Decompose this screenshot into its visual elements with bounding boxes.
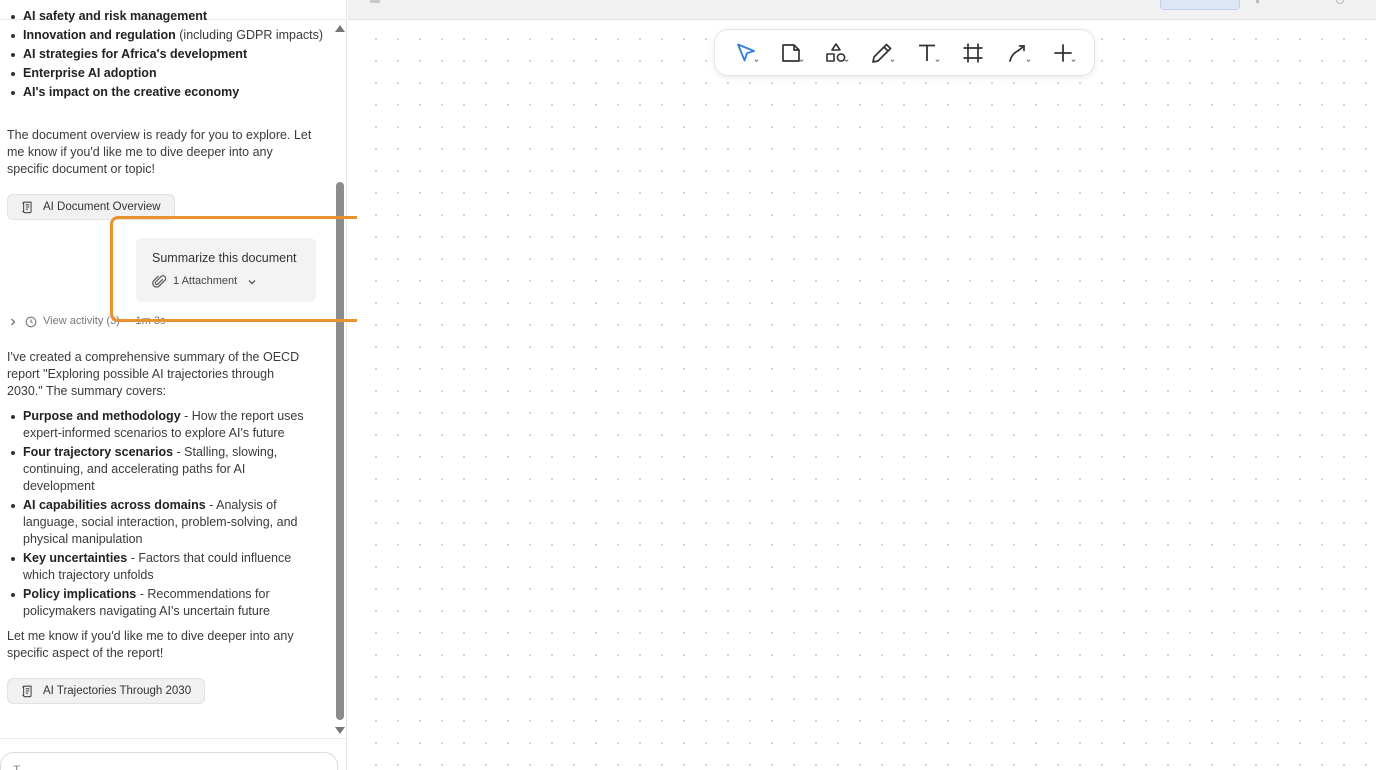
assistant-message-text: The document overview is ready for you t… (7, 128, 312, 176)
scroll-thumb[interactable] (336, 182, 344, 720)
chevron-down-icon (754, 58, 759, 62)
drawing-toolbar (714, 29, 1095, 76)
chevron-down-icon (799, 58, 804, 62)
menu-icon[interactable] (370, 0, 380, 3)
chat-input[interactable]: T (0, 752, 338, 770)
activity-time: 1m 3s (135, 315, 166, 327)
chat-panel: AI safety and risk management Innovation… (0, 0, 347, 770)
canvas-top-bar (348, 0, 1376, 20)
attachment-toggle[interactable]: 1 Attachment (152, 273, 316, 290)
add-tool-button[interactable] (1046, 36, 1080, 70)
chat-scrollbar[interactable] (333, 20, 346, 738)
list-item: AI strategies for Africa's development (11, 46, 327, 63)
chip-label: AI Trajectories Through 2030 (43, 684, 192, 697)
shapes-tool-button[interactable] (819, 36, 853, 70)
view-toggle[interactable] (1160, 0, 1240, 10)
list-item: Purpose and methodology - How the report… (11, 408, 307, 442)
view-activity-toggle[interactable]: View activity (3) · 1m 3s (7, 313, 165, 330)
whiteboard-canvas[interactable] (357, 20, 1376, 770)
paperclip-icon (152, 275, 167, 288)
list-item: Key uncertainties - Factors that could i… (11, 550, 307, 584)
attachment-label: 1 Attachment (173, 275, 238, 287)
chip-label: AI Document Overview (43, 200, 161, 213)
user-message-bubble: Summarize this document 1 Attachment (136, 238, 316, 302)
chat-input-area: T (0, 738, 346, 770)
chevron-down-icon (890, 58, 895, 62)
text-tool-button[interactable] (910, 36, 944, 70)
assistant-message-text: I've created a comprehensive summary of … (7, 350, 300, 398)
activity-label: View activity (3) (43, 315, 120, 327)
user-message-text: Summarize this document (152, 251, 297, 265)
list-item: Innovation and regulation (including GDP… (11, 27, 327, 44)
chevron-right-icon (11, 318, 16, 325)
chevron-down-icon (844, 58, 849, 62)
separator: · (125, 315, 130, 327)
clock-icon (25, 316, 37, 327)
document-chip-overview[interactable]: AI Document Overview (7, 194, 175, 220)
select-tool-button[interactable] (729, 36, 763, 70)
help-icon[interactable] (1336, 0, 1344, 4)
chevron-down-icon (248, 279, 256, 284)
frame-icon (963, 43, 983, 62)
assistant-message-text: Let me know if you'd like me to dive dee… (7, 629, 294, 660)
list-item: Enterprise AI adoption (11, 65, 327, 82)
scroll-down-arrow[interactable] (335, 727, 345, 734)
list-item: AI capabilities across domains - Analysi… (11, 497, 307, 548)
topic-list: AI safety and risk management Innovation… (7, 8, 327, 103)
page-tool-button[interactable] (774, 36, 808, 70)
list-item: AI's impact on the creative economy (11, 84, 327, 101)
frame-tool-button[interactable] (956, 36, 990, 70)
pen-tool-button[interactable] (865, 36, 899, 70)
toolbar-icon[interactable] (1256, 0, 1259, 3)
summary-list: Purpose and methodology - How the report… (7, 408, 307, 622)
document-icon (22, 201, 32, 214)
chevron-down-icon (1071, 58, 1076, 62)
document-icon (22, 685, 32, 698)
connector-tool-button[interactable] (1001, 36, 1035, 70)
chevron-down-icon (1026, 58, 1031, 62)
document-chip-trajectories[interactable]: AI Trajectories Through 2030 (7, 678, 206, 704)
list-item: AI safety and risk management (11, 8, 327, 25)
list-item: Four trajectory scenarios - Stalling, sl… (11, 444, 307, 495)
scroll-up-arrow[interactable] (335, 25, 345, 32)
list-item: Policy implications - Recommendations fo… (11, 586, 307, 620)
chevron-down-icon (935, 58, 940, 62)
